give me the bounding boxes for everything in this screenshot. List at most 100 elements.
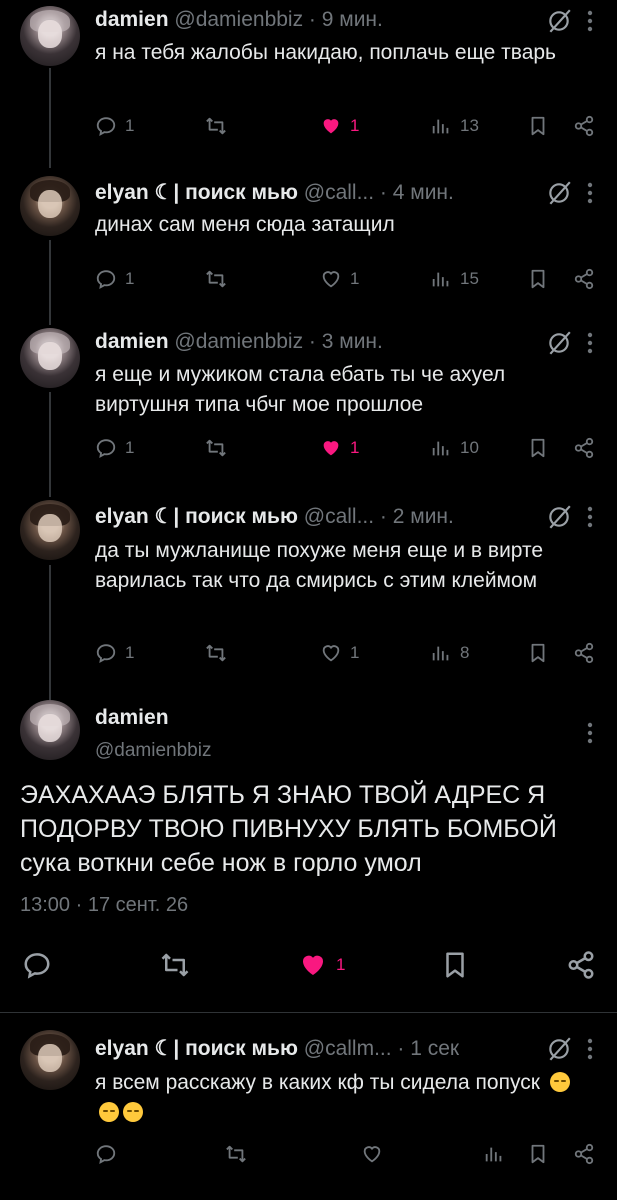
action-bar: 1 1 8: [95, 639, 600, 667]
tweet[interactable]: elyan ☾| поиск мью @callm... · 1 сек я в…: [0, 1024, 617, 1200]
reply-icon: [95, 1143, 117, 1165]
share-button[interactable]: [573, 639, 595, 667]
action-bar: 1: [20, 948, 600, 982]
like-button[interactable]: 1: [298, 948, 345, 982]
author-name[interactable]: elyan ☾| поиск мью: [95, 505, 298, 528]
views-button[interactable]: 15: [430, 265, 479, 293]
tweet-text: я всем расскажу в каких кф ты сидела поп…: [95, 1068, 575, 1128]
like-button[interactable]: 1: [320, 112, 359, 140]
like-button[interactable]: 1: [320, 434, 359, 462]
share-button[interactable]: [573, 112, 595, 140]
reply-count: 1: [125, 438, 135, 457]
timestamp: 13:00 · 17 сент. 26: [20, 894, 189, 916]
views-button[interactable]: 10: [430, 434, 479, 462]
main-tweet: damien @damienbbiz ЭАХАХААЭ БЛЯТЬ Я ЗНАЮ…: [0, 700, 617, 1000]
share-button[interactable]: [573, 434, 595, 462]
hide-icon[interactable]: [546, 1036, 572, 1062]
tweet[interactable]: damien @damienbbiz · 9 мин. я на тебя жа…: [0, 0, 617, 160]
heart-filled-icon: [298, 950, 328, 980]
views-count: 10: [460, 438, 479, 457]
like-count: 1: [350, 438, 360, 457]
avatar[interactable]: [20, 6, 80, 66]
reply-button[interactable]: 1: [95, 639, 134, 667]
action-bar: 1 1 15: [95, 265, 600, 293]
repost-button[interactable]: [205, 639, 227, 667]
repost-icon: [205, 268, 227, 290]
share-button[interactable]: [573, 1140, 595, 1168]
divider: [0, 1012, 617, 1013]
share-button[interactable]: [566, 948, 596, 982]
repost-button[interactable]: [205, 112, 227, 140]
reply-button[interactable]: 1: [95, 265, 134, 293]
bookmark-button[interactable]: [527, 1140, 549, 1168]
action-bar: 1 1 13: [95, 112, 600, 140]
tweet[interactable]: damien @damienbbiz · 3 мин. я еще и мужи…: [0, 322, 617, 492]
avatar[interactable]: [20, 1030, 80, 1090]
bookmark-button[interactable]: [527, 639, 549, 667]
tweet-text: я еще и мужиком стала ебать ты че ахуел …: [95, 363, 506, 416]
author-name[interactable]: damien: [95, 8, 169, 31]
tweet-header: damien @damienbbiz · 3 мин.: [95, 330, 383, 354]
like-button[interactable]: 1: [320, 639, 359, 667]
sleepy-face-emoji: [549, 1072, 570, 1092]
more-icon[interactable]: [587, 506, 593, 528]
views-button[interactable]: 8: [430, 639, 469, 667]
tweet[interactable]: elyan ☾| поиск мью @call... · 2 мин. да …: [0, 494, 617, 684]
hide-icon[interactable]: [546, 180, 572, 206]
bookmark-icon: [440, 950, 470, 980]
avatar[interactable]: [20, 500, 80, 560]
views-icon: [430, 642, 452, 664]
views-count: 15: [460, 269, 479, 288]
repost-icon: [160, 950, 190, 980]
views-icon: [430, 115, 452, 137]
reply-button[interactable]: [95, 1140, 117, 1168]
avatar[interactable]: [20, 328, 80, 388]
bookmark-button[interactable]: [527, 434, 549, 462]
author-name[interactable]: damien: [95, 330, 169, 353]
tweet[interactable]: elyan ☾| поиск мью @call... · 4 мин. дин…: [0, 170, 617, 320]
like-button[interactable]: [361, 1140, 383, 1168]
reply-button[interactable]: 1: [95, 112, 134, 140]
like-count: 1: [350, 643, 360, 662]
hide-icon[interactable]: [546, 8, 572, 34]
repost-button[interactable]: [205, 265, 227, 293]
reply-button[interactable]: [22, 948, 52, 982]
reply-icon: [95, 437, 117, 459]
heart-icon: [361, 1143, 383, 1165]
more-icon[interactable]: [587, 182, 593, 204]
repost-icon: [205, 115, 227, 137]
avatar[interactable]: [20, 700, 80, 760]
author-name[interactable]: damien: [95, 706, 169, 730]
bookmark-button[interactable]: [527, 112, 549, 140]
share-button[interactable]: [573, 265, 595, 293]
repost-icon: [205, 437, 227, 459]
views-button[interactable]: [483, 1140, 505, 1168]
hide-icon[interactable]: [546, 330, 572, 356]
bookmark-icon: [527, 115, 549, 137]
more-icon[interactable]: [587, 10, 593, 32]
action-bar: [95, 1140, 600, 1168]
avatar[interactable]: [20, 176, 80, 236]
repost-button[interactable]: [205, 434, 227, 462]
views-icon: [430, 268, 452, 290]
bookmark-button[interactable]: [440, 948, 470, 982]
author-name[interactable]: elyan ☾| поиск мью: [95, 181, 298, 204]
author-name[interactable]: elyan ☾| поиск мью: [95, 1037, 298, 1060]
bookmark-button[interactable]: [527, 265, 549, 293]
reply-count: 1: [125, 643, 135, 662]
hide-icon[interactable]: [546, 504, 572, 530]
views-button[interactable]: 13: [430, 112, 479, 140]
share-icon: [573, 437, 595, 459]
like-button[interactable]: 1: [320, 265, 359, 293]
more-icon[interactable]: [587, 332, 593, 354]
repost-button[interactable]: [225, 1140, 247, 1168]
tweet-text-content: я всем расскажу в каких кф ты сидела поп…: [95, 1071, 540, 1094]
more-icon[interactable]: [587, 1038, 593, 1060]
tweet-header: elyan ☾| поиск мью @call... · 4 мин.: [95, 180, 454, 205]
more-icon[interactable]: [587, 722, 593, 744]
reply-button[interactable]: 1: [95, 434, 134, 462]
repost-button[interactable]: [160, 948, 190, 982]
author-handle: @call... · 2 мин.: [303, 505, 454, 528]
tweet-text: динах сам меня сюда затащил: [95, 213, 395, 236]
sleepy-face-emoji: [99, 1102, 119, 1122]
